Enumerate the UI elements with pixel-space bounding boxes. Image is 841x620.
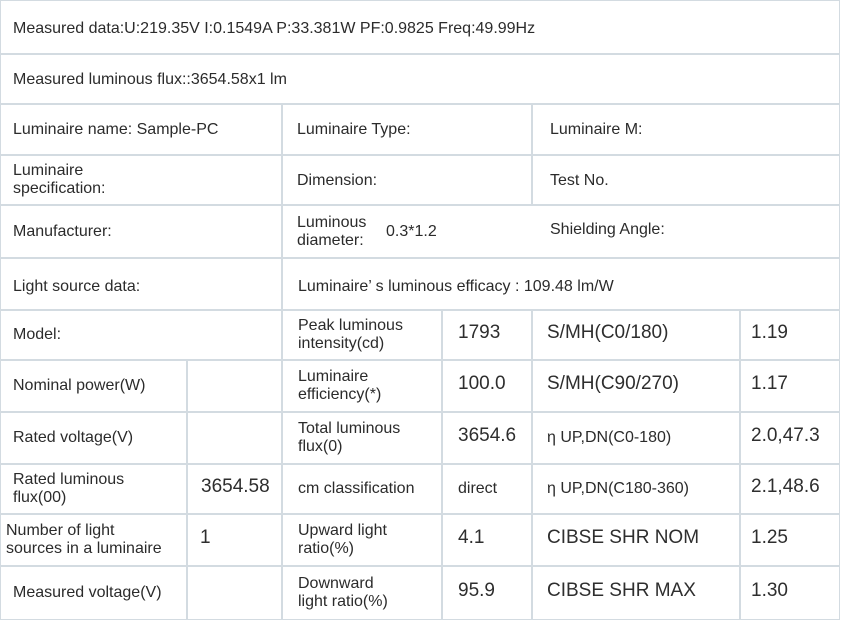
row-label: Nominal power(W) <box>13 377 146 394</box>
row-label-line2: sources in a luminaire <box>6 540 162 557</box>
metric-label: CIBSE SHR NOM <box>547 527 700 548</box>
manufacturer-label: Manufacturer: <box>13 223 112 240</box>
row-label: Model: <box>13 326 62 343</box>
param-label-line1: Luminaire <box>298 368 369 385</box>
metric-label: η UP,DN(C0-180) <box>547 429 672 446</box>
param-label-line1: Upward light <box>298 522 387 539</box>
test-no-label: Test No. <box>550 172 609 189</box>
row-label-line1: Number of light <box>6 522 115 539</box>
row-value: 3654.58 <box>201 476 270 497</box>
metric-value: 1.30 <box>751 580 788 601</box>
param-value: 100.0 <box>458 373 506 394</box>
param-value: direct <box>458 480 498 497</box>
param-value: 4.1 <box>458 527 485 548</box>
param-label-line1: Peak luminous <box>298 317 403 334</box>
param-label: cm classification <box>298 480 415 497</box>
param-value: 3654.6 <box>458 425 517 446</box>
param-label-line2: flux(0) <box>298 438 343 455</box>
row-value: 1 <box>200 527 211 548</box>
metric-label: η UP,DN(C180-360) <box>547 480 689 497</box>
luminous-diameter-value: 0.3*1.2 <box>386 223 437 240</box>
param-value: 95.9 <box>458 580 495 601</box>
dimension-label: Dimension: <box>297 172 378 189</box>
luminous-efficacy-text: Luminaire’ s luminous efficacy : 109.48 … <box>298 278 614 295</box>
luminaire-type: Luminaire Type: <box>297 121 411 138</box>
row-label-line1: Rated luminous <box>13 471 125 488</box>
metric-value: 1.19 <box>751 322 788 343</box>
metric-value: 1.17 <box>751 373 788 394</box>
luminous-diameter-label-2: diameter: <box>297 232 364 249</box>
measured-data-text: Measured data:U:219.35V I:0.1549A P:33.3… <box>13 20 536 37</box>
row-label-line2: flux(00) <box>13 489 67 506</box>
luminaire-spec-label-2: specification: <box>13 180 106 197</box>
param-value: 1793 <box>458 322 501 343</box>
measured-flux-text: Measured luminous flux::3654.58x1 lm <box>13 71 287 88</box>
metric-value: 2.0,47.3 <box>751 425 820 446</box>
luminaire-m: Luminaire M: <box>550 121 643 138</box>
param-label-line1: Downward <box>298 575 374 592</box>
metric-value: 2.1,48.6 <box>751 476 820 497</box>
param-label-line1: Total luminous <box>298 420 401 437</box>
photometric-data-table <box>0 0 841 620</box>
row-label: Measured voltage(V) <box>13 584 162 601</box>
luminaire-spec-label-1: Luminaire <box>13 162 84 179</box>
luminous-diameter-label-1: Luminous <box>297 214 367 231</box>
light-source-data-label: Light source data: <box>13 278 141 295</box>
luminaire-name: Luminaire name: Sample-PC <box>13 121 219 138</box>
metric-value: 1.25 <box>751 527 788 548</box>
param-label-line2: efficiency(*) <box>298 386 382 403</box>
param-label-line2: ratio(%) <box>298 540 355 557</box>
param-label-line2: light ratio(%) <box>298 593 388 610</box>
metric-label: CIBSE SHR MAX <box>547 580 696 601</box>
metric-label: S/MH(C90/270) <box>547 373 679 394</box>
param-label-line2: intensity(cd) <box>298 335 385 352</box>
row-label: Rated voltage(V) <box>13 429 134 446</box>
metric-label: S/MH(C0/180) <box>547 322 669 343</box>
shielding-angle-label: Shielding Angle: <box>550 221 665 238</box>
